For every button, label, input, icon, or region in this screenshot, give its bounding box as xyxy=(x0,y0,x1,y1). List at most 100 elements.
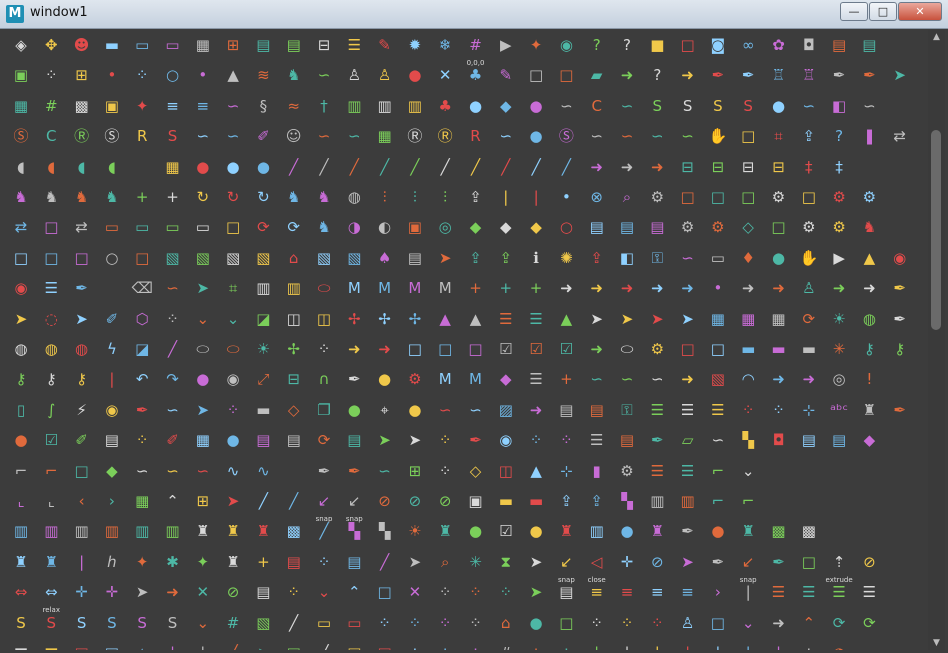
image-icon[interactable]: ▧ xyxy=(341,245,367,271)
check-icon[interactable]: ☑ xyxy=(38,427,64,453)
list-icon[interactable]: ☰ xyxy=(705,397,731,423)
bracket-icon[interactable]: ⌐ xyxy=(705,458,731,484)
hand-icon[interactable]: ✋ xyxy=(796,245,822,271)
cursor-icon[interactable]: ➤ xyxy=(190,397,216,423)
no-icon[interactable]: ⊘ xyxy=(644,549,670,575)
line-icon[interactable]: ╱ xyxy=(281,610,307,636)
arrow-icon[interactable]: ➜ xyxy=(160,579,186,605)
cube-icon[interactable]: ◆ xyxy=(463,214,489,240)
image-icon[interactable]: ▧ xyxy=(250,610,276,636)
line-icon[interactable]: ╱ xyxy=(281,154,307,180)
cursor-icon[interactable]: ➤ xyxy=(675,549,701,575)
square-icon[interactable]: □ xyxy=(796,184,822,210)
chevron-up-icon[interactable]: ⌃ xyxy=(160,488,186,514)
maya-icon[interactable]: M xyxy=(432,366,458,392)
curve-icon[interactable]: ∽ xyxy=(614,366,640,392)
hand-icon[interactable]: ✋ xyxy=(705,123,731,149)
dots-icon[interactable]: ⁘ xyxy=(584,610,610,636)
star-icon[interactable]: ✦ xyxy=(129,93,155,119)
chevron-right-icon[interactable]: › xyxy=(705,579,731,605)
list-icon[interactable]: ☰ xyxy=(826,579,852,605)
grid-icon[interactable]: ▦ xyxy=(129,488,155,514)
off-icon[interactable]: ◑ xyxy=(341,214,367,240)
dot-icon[interactable]: • xyxy=(553,184,579,210)
shirt-icon[interactable]: ♜ xyxy=(735,518,761,544)
gear-icon[interactable]: ⚙ xyxy=(826,214,852,240)
export-icon[interactable]: ⇪ xyxy=(584,488,610,514)
list-icon[interactable]: ☰ xyxy=(856,579,882,605)
scroll-down-icon[interactable]: ▼ xyxy=(928,636,945,650)
degree-icon[interactable]: ◔160° xyxy=(826,640,852,650)
cr-icon[interactable]: Ⓡ xyxy=(432,123,458,149)
sphere-icon[interactable]: ● xyxy=(190,366,216,392)
dots-icon[interactable]: ⁘ xyxy=(523,427,549,453)
curve-icon[interactable]: ∽ xyxy=(341,123,367,149)
sphere-icon[interactable]: ● xyxy=(341,397,367,423)
scroll-thumb[interactable] xyxy=(931,130,941,330)
bracket-icon[interactable]: ⌐ xyxy=(705,488,731,514)
dots-icon[interactable]: ⁘ xyxy=(38,62,64,88)
cursor-icon[interactable]: ➤ xyxy=(523,549,549,575)
no-icon[interactable]: ⊘ xyxy=(856,549,882,575)
lock-icon[interactable]: ⚷ xyxy=(856,336,882,362)
film-icon[interactable]: ▥ xyxy=(341,93,367,119)
figure-icon[interactable]: ♞ xyxy=(69,184,95,210)
bar-icon[interactable]: | xyxy=(735,640,761,650)
gear-icon[interactable]: ⚙ xyxy=(856,184,882,210)
drop-icon[interactable]: ♦ xyxy=(735,245,761,271)
square-icon[interactable]: □ xyxy=(129,245,155,271)
arrow-icon[interactable]: ➜ xyxy=(614,275,640,301)
curve-icon[interactable]: ∽ xyxy=(160,275,186,301)
triangle-icon[interactable]: ▲ xyxy=(463,306,489,332)
s-icon[interactable]: S xyxy=(644,93,670,119)
mesh-icon[interactable]: ▩ xyxy=(766,518,792,544)
sphere-icon[interactable]: ● xyxy=(766,245,792,271)
rotate-icon[interactable]: ↻ xyxy=(190,184,216,210)
figure-icon[interactable]: ♞ xyxy=(281,184,307,210)
sphere-icon[interactable]: ● xyxy=(463,518,489,544)
film-icon[interactable]: ▥ xyxy=(644,488,670,514)
dots-icon[interactable]: ⁘ xyxy=(553,427,579,453)
line-icon[interactable]: ╱ xyxy=(341,154,367,180)
square-icon[interactable]: □ xyxy=(553,62,579,88)
axis-icon[interactable]: ⊹ xyxy=(796,397,822,423)
diamond-icon[interactable]: ◇ xyxy=(463,458,489,484)
eye-icon[interactable]: ◉ xyxy=(99,397,125,423)
layers-icon[interactable]: ◫ xyxy=(311,306,337,332)
figure-icon[interactable]: ♞ xyxy=(8,184,34,210)
clapper-icon[interactable]: ▤ xyxy=(250,427,276,453)
triangle-icon[interactable]: ▲ xyxy=(432,306,458,332)
film-icon[interactable]: ▥ xyxy=(402,93,428,119)
curve-icon[interactable]: ∽ xyxy=(432,397,458,423)
panel-icon[interactable]: ▤ xyxy=(584,214,610,240)
counter-icon[interactable]: #0,0,0 xyxy=(463,32,489,67)
s-icon[interactable]: S xyxy=(38,610,64,636)
dots-icon[interactable]: ⁘ xyxy=(523,640,549,650)
line-icon[interactable]: ╱ xyxy=(281,488,307,514)
bar-icon[interactable]: | xyxy=(160,640,186,650)
house-icon[interactable]: ⌂ xyxy=(281,245,307,271)
cursor-icon[interactable]: ➤ xyxy=(402,427,428,453)
bracket-icon[interactable]: ⌐ xyxy=(8,458,34,484)
cursor-icon[interactable]: ➤ xyxy=(614,306,640,332)
shirt-icon[interactable]: ♜ xyxy=(8,549,34,575)
list-icon[interactable]: ☰ xyxy=(675,397,701,423)
line-icon[interactable]: ╱ xyxy=(160,336,186,362)
cursor-icon[interactable]: ➤ xyxy=(8,306,34,332)
panel-icon[interactable]: ▤ xyxy=(250,32,276,58)
square-icon[interactable]: □ xyxy=(675,184,701,210)
redo-icon[interactable]: ↷ xyxy=(160,366,186,392)
sphere-icon[interactable]: ● xyxy=(220,154,246,180)
cross-icon[interactable]: ✛ xyxy=(69,579,95,605)
lock-icon[interactable]: ⚷ xyxy=(38,366,64,392)
dots-icon[interactable]: ⁘ xyxy=(463,579,489,605)
sphere-icon[interactable]: ● xyxy=(220,427,246,453)
person-icon[interactable]: ♙ xyxy=(341,62,367,88)
search-icon[interactable]: ⌕ xyxy=(432,549,458,575)
paint-icon[interactable]: ✿ xyxy=(766,32,792,58)
gear-icon[interactable]: ⚙ xyxy=(614,458,640,484)
help-icon[interactable]: ? xyxy=(644,62,670,88)
snap-icon[interactable]: ↙ snap xyxy=(735,549,761,584)
node-icon[interactable]: ⊞ xyxy=(402,458,428,484)
pen-icon[interactable]: ✒ xyxy=(826,62,852,88)
